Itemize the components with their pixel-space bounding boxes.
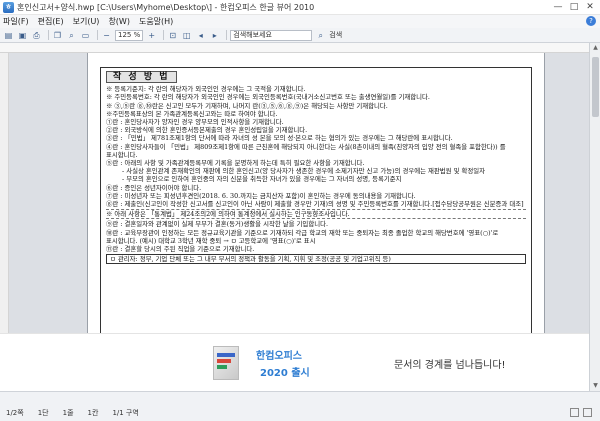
prev-page-icon[interactable]: ◂	[195, 30, 206, 41]
instruction-line: ⑥란 : 증인은 성년자이어야 합니다.	[106, 183, 202, 192]
toolbar: ▤ ▣ ⎙ ❐ ⌕ ▭ − 125 % + ⊡ ◫ ◂ ▸ 검색해보세요 ⌕ 검…	[0, 28, 600, 43]
instruction-line: - 부모의 혼인으로 인하여 혼인중의 자의 신분을 취득한 자녀가 있을 경우…	[122, 175, 402, 184]
next-page-icon[interactable]: ▸	[209, 30, 220, 41]
zoom-fit-icon[interactable]	[583, 408, 592, 417]
menu-edit[interactable]: 편집(E)	[38, 16, 64, 27]
menu-file[interactable]: 파일(F)	[3, 16, 29, 27]
scroll-down-icon[interactable]: ▼	[590, 381, 600, 391]
instruction-line: ⑩란 : 교육부장관이 인정하는 모든 정규교육기관을 기준으로 기재하되 각급…	[106, 228, 501, 245]
fit-page-icon[interactable]: ⊡	[167, 30, 178, 41]
view-mode-controls	[566, 408, 592, 417]
instruction-line: ※ 주민등록번호: 각 란의 해당자가 외국인인 경우에는 외국인등록번호(국내…	[106, 93, 430, 102]
instruction-line: ※주민등록표상의 본 가족관계등록신고와는 따로 하여야 합니다.	[106, 109, 278, 118]
view-mode-icon[interactable]	[570, 408, 579, 417]
instruction-line: ⑧란 : 제출인(신고인이 작성한 신고서를 신고인이 아닌 사람이 제출할 경…	[106, 200, 524, 209]
hwp-app-icon: ㅎ	[3, 1, 14, 13]
instruction-line: ⑨란 : 결혼일자와 관계없이 실제 부부가 결혼(동거)생활을 시작한 날을 …	[106, 220, 328, 229]
scroll-up-icon[interactable]: ▲	[590, 43, 600, 53]
status-cell: 1칸	[87, 409, 99, 417]
status-line: 1줄	[62, 409, 74, 417]
search-input[interactable]: 검색해보세요	[230, 29, 313, 41]
copy-icon[interactable]: ❐	[52, 30, 63, 41]
ad-banner[interactable]: 한컴오피스 2020 출시 문서의 경계를 넘나듭니다!	[0, 333, 589, 391]
open-icon[interactable]: ▤	[3, 30, 14, 41]
toolbar-divider	[48, 30, 49, 40]
zoom-select[interactable]: 125 %	[115, 29, 144, 41]
horizontal-ruler	[0, 43, 589, 53]
instruction-line: ※ ③,⑤란 ⑧,⑩란은 신고인 모두가 기재하며, 나머지 란(③,⑤,⑥,⑧…	[106, 101, 388, 110]
scroll-thumb[interactable]	[592, 57, 599, 117]
zoom-in-icon[interactable]: +	[146, 30, 157, 41]
instruction-line: ③란 : 「민법」 제781조제1항의 단서에 따라 자녀의 성 본을 모의 성…	[106, 134, 453, 143]
status-page: 1/2쪽	[6, 409, 24, 417]
ad-product-year: 2020 출시	[260, 368, 310, 379]
print-icon[interactable]: ⎙	[31, 30, 42, 41]
document-heading: 작 성 방 법	[106, 71, 177, 84]
search-icon[interactable]: ⌕	[315, 30, 326, 41]
instruction-line: ㅁ 관리자: 정부, 기업 단체 또는 그 내부 부서의 정책과 활동을 기획,…	[106, 254, 526, 265]
menu-window[interactable]: 창(W)	[108, 16, 130, 27]
status-section: 1/1 구역	[112, 409, 139, 417]
instruction-line: ⑦란 : 미성년자 또는 피성년후견인(2018. 6. 30.까지는 금치산자…	[106, 191, 416, 200]
instruction-line: ①란 : 혼인당사자가 양자인 경우 양부모의 인적사항을 기재합니다.	[106, 118, 284, 127]
vertical-scrollbar[interactable]: ▲ ▼	[589, 43, 600, 391]
find-icon[interactable]: ⌕	[66, 30, 77, 41]
ad-tagline: 문서의 경계를 넘나듭니다!	[394, 360, 506, 371]
toolbar-divider	[163, 30, 165, 40]
box-stripe	[217, 353, 235, 357]
toolbar-divider	[97, 30, 98, 40]
instruction-line: ④란 : 혼인당사자들이 「민법」 제809조제1항에 따른 근친혼에 해당되지…	[106, 142, 508, 159]
status-bar: 1/2쪽 1단 1줄 1칸 1/1 구역	[0, 391, 600, 421]
search-button[interactable]: 검색	[329, 30, 342, 40]
two-page-icon[interactable]: ◫	[181, 30, 192, 41]
help-icon[interactable]: ?	[586, 16, 596, 26]
toolbar-divider	[226, 30, 228, 40]
maximize-button[interactable]: □	[566, 0, 582, 15]
ad-product-name: 한컴오피스	[256, 351, 302, 362]
page-icon[interactable]: ▭	[80, 30, 91, 41]
box-stripe	[217, 359, 231, 363]
instruction-line: ⑪란 : 결혼할 당시의 주된 직업을 기준으로 기재합니다.	[106, 245, 255, 254]
product-box-image	[213, 346, 239, 380]
window-title: 혼인신고서+양식.hwp [C:\Users\Myhome\Desktop\] …	[17, 2, 315, 12]
minimize-button[interactable]: —	[550, 0, 566, 15]
window-controls: — □ ✕	[550, 0, 598, 15]
menu-view[interactable]: 보기(U)	[73, 16, 100, 27]
title-bar: ㅎ 혼인신고서+양식.hwp [C:\Users\Myhome\Desktop\…	[0, 0, 600, 15]
menu-help[interactable]: 도움말(H)	[139, 16, 173, 27]
close-button[interactable]: ✕	[582, 0, 598, 15]
menu-bar: 파일(F) 편집(E) 보기(U) 창(W) 도움말(H) ?	[0, 15, 600, 28]
status-column: 1단	[37, 409, 49, 417]
instruction-line: ⑤란 : 아래의 사항 및 가족관계등록부에 기록을 분명하게 하는데 특히 필…	[106, 159, 365, 168]
status-items: 1/2쪽 1단 1줄 1칸 1/1 구역	[6, 408, 153, 418]
save-icon[interactable]: ▣	[17, 30, 28, 41]
instruction-line: ※ 아래 사항은 「통계법」 제24조의2에 의하여 통계청에서 실시하는 인구…	[106, 209, 526, 220]
box-stripe	[217, 365, 227, 369]
zoom-out-icon[interactable]: −	[101, 30, 112, 41]
instruction-list: ※ 등록기준지: 각 란의 해당자가 외국인인 경우에는 그 국적을 기재합니다…	[106, 85, 526, 265]
